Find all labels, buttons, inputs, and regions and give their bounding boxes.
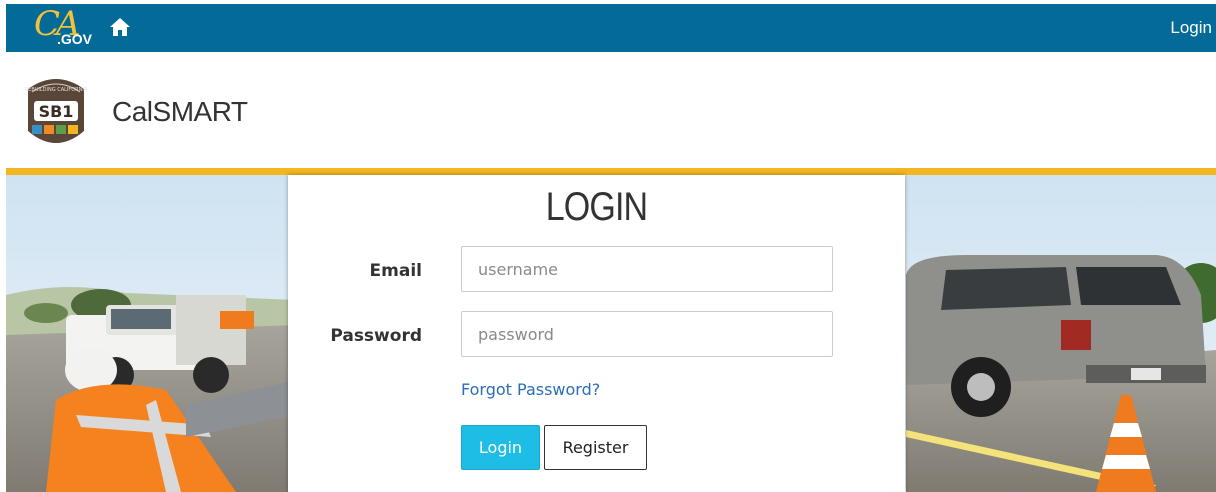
login-title: LOGIN (545, 185, 648, 229)
gov-logo-text: .GOV (57, 31, 93, 47)
home-icon[interactable] (109, 17, 131, 37)
brand-header: REBUILDING CALIFORNIA SB1 CalSMART (20, 70, 420, 150)
register-button[interactable]: Register (544, 425, 647, 470)
sb1-arc-text: REBUILDING CALIFORNIA (25, 87, 88, 93)
email-field[interactable] (461, 246, 833, 292)
sb1-logo-text: SB1 (39, 102, 74, 121)
password-label: Password (330, 326, 422, 346)
app-title: CalSMART (112, 96, 248, 127)
password-field[interactable] (461, 311, 833, 357)
sb1-logo: REBUILDING CALIFORNIA SB1 (25, 79, 88, 143)
ca-gov-logo[interactable]: CA .GOV (28, 4, 98, 51)
login-card: LOGIN Email Password Forgot Password? Lo… (288, 175, 905, 492)
gold-divider (6, 168, 1216, 175)
login-button[interactable]: Login (461, 425, 540, 470)
email-label: Email (369, 261, 422, 281)
top-login-link[interactable]: Login (1170, 18, 1212, 38)
top-navbar: CA .GOV Login (6, 4, 1216, 52)
forgot-password-link[interactable]: Forgot Password? (461, 380, 600, 399)
